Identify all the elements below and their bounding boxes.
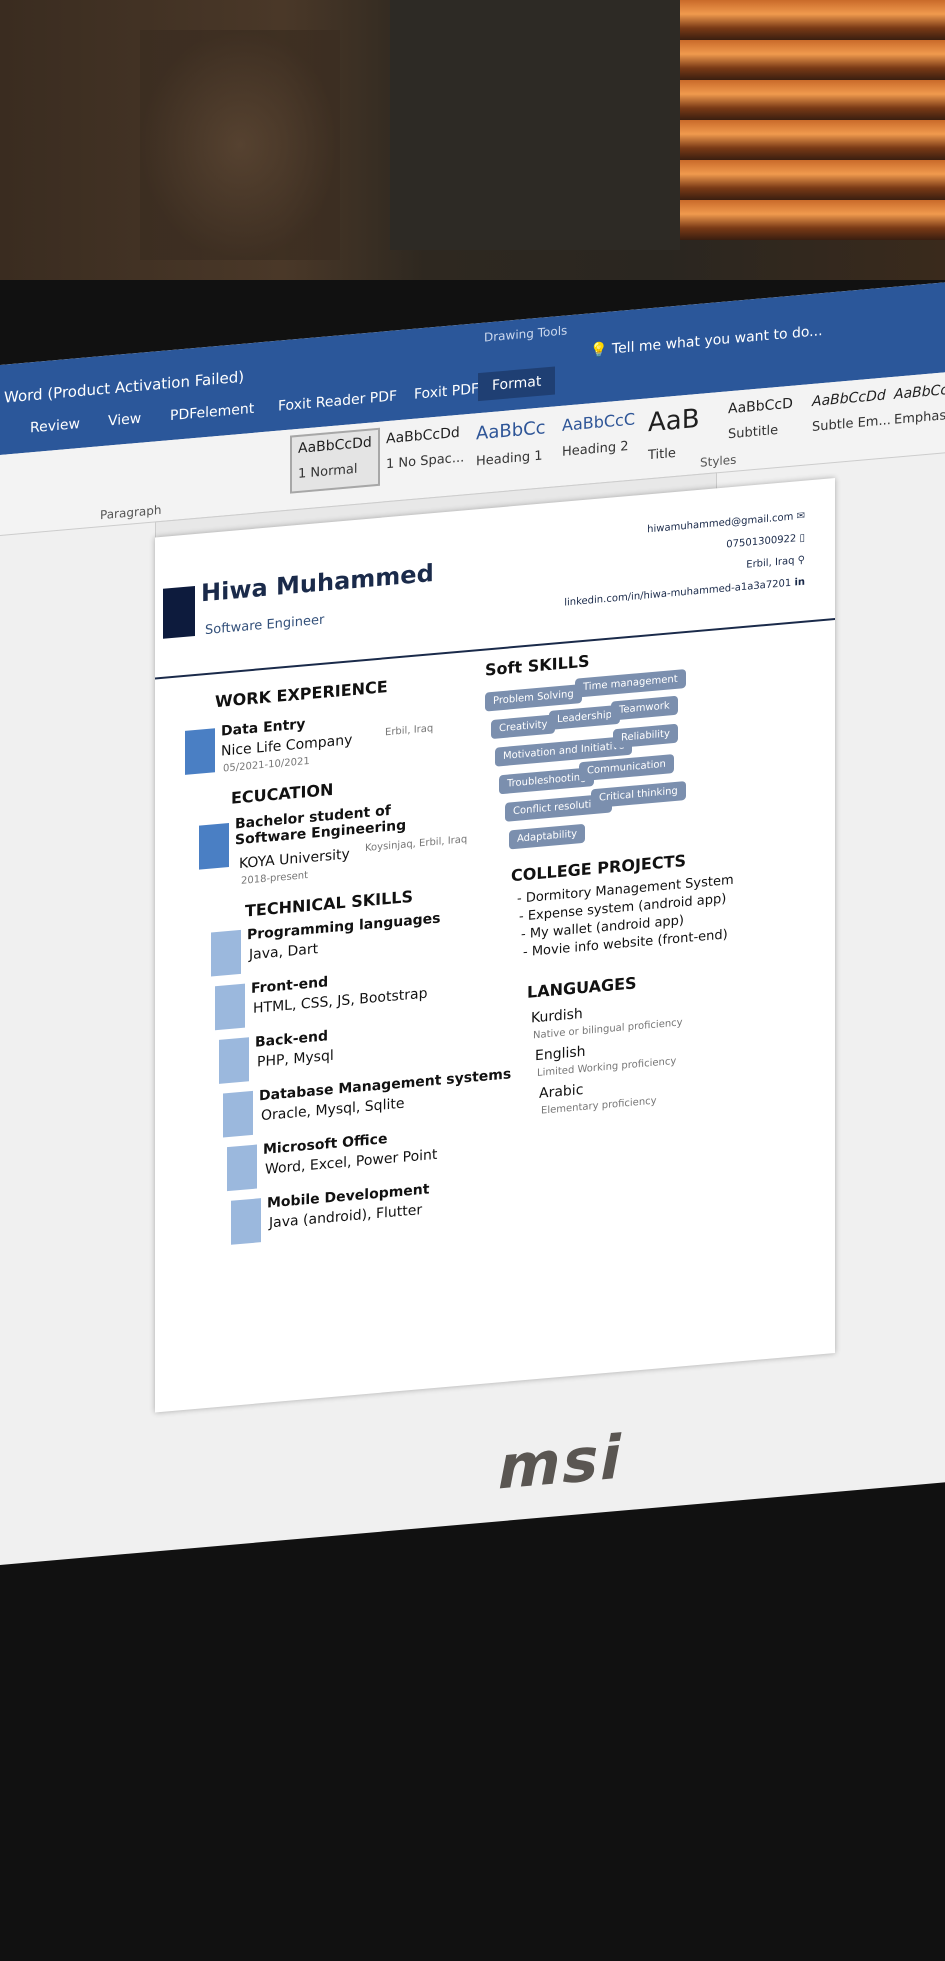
resume-name: Hiwa Muhammed (201, 559, 434, 608)
window-blinds (680, 0, 945, 240)
education-dates: 2018-present (241, 870, 309, 887)
styles-group-label: Styles (700, 452, 737, 470)
contact-linkedin: linkedin.com/in/hiwa-muhammed-a1a3a7201 … (564, 576, 805, 609)
style-subtitle[interactable]: AaBbCcD Subtitle (722, 391, 799, 452)
paragraph-group-label: Paragraph (100, 502, 162, 523)
tell-me-search[interactable]: 💡 Tell me what you want to do... (590, 323, 823, 359)
style-normal[interactable]: AaBbCcDd 1 Normal (290, 427, 380, 494)
education-accent-bar (199, 822, 229, 870)
work-title: Data Entry (221, 716, 306, 740)
resume-role: Software Engineer (205, 612, 325, 639)
style-no-spacing[interactable]: AaBbCcDd 1 No Spac... (380, 420, 470, 482)
education-school: KOYA University (239, 846, 350, 873)
location-pin-icon: ⚲ (797, 554, 805, 567)
style-emphasis[interactable]: AaBbCcDd Emphasis (888, 376, 945, 438)
door (390, 0, 680, 250)
name-accent-block (163, 585, 195, 639)
tab-view[interactable]: View (108, 411, 141, 430)
tab-foxit-reader[interactable]: Foxit Reader PDF (278, 388, 397, 414)
style-heading-2[interactable]: AaBbCcC Heading 2 (556, 405, 641, 466)
work-accent-bar (185, 728, 215, 775)
tab-foxit-pdf[interactable]: Foxit PDF (414, 381, 479, 403)
laptop-screen: Word (Product Activation Failed) Drawing… (0, 281, 945, 1566)
lamp (140, 30, 340, 260)
window-title: Word (Product Activation Failed) (4, 367, 245, 407)
tab-pdfelement[interactable]: PDFelement (170, 401, 254, 424)
tab-format[interactable]: Format (478, 366, 556, 402)
work-dates: 05/2021-10/2021 (223, 755, 310, 775)
education-place: Koysinjaq, Erbil, Iraq (365, 834, 468, 855)
lightbulb-icon: 💡 (590, 341, 608, 360)
contact-location: Erbil, Iraq ⚲ (746, 554, 805, 571)
style-subtle-emphasis[interactable]: AaBbCcDd Subtle Em... (806, 383, 897, 445)
tab-review[interactable]: Review (30, 416, 80, 436)
contact-phone: 07501300922 ▯ (726, 532, 805, 551)
languages-title: LANGUAGES (527, 973, 637, 1002)
work-place: Erbil, Iraq (385, 723, 434, 739)
phone-icon: ▯ (799, 532, 805, 545)
soft-skills-title: Soft SKILLS (485, 651, 590, 680)
education-section-title: ECUCATION (231, 779, 334, 808)
linkedin-icon: in (794, 576, 805, 589)
work-section-title: WORK EXPERIENCE (215, 677, 388, 712)
style-title[interactable]: AaB Title (642, 399, 706, 464)
mail-icon: ✉ (796, 510, 805, 523)
contact-email: hiwamuhammed@gmail.com ✉ (647, 510, 805, 536)
drawing-tools-label: Drawing Tools (484, 323, 568, 345)
msi-logo: msi (498, 1422, 623, 1504)
style-heading-1[interactable]: AaBbCc Heading 1 (470, 413, 552, 474)
document-page[interactable]: Hiwa Muhammed Software Engineer hiwamuha… (155, 477, 835, 1413)
